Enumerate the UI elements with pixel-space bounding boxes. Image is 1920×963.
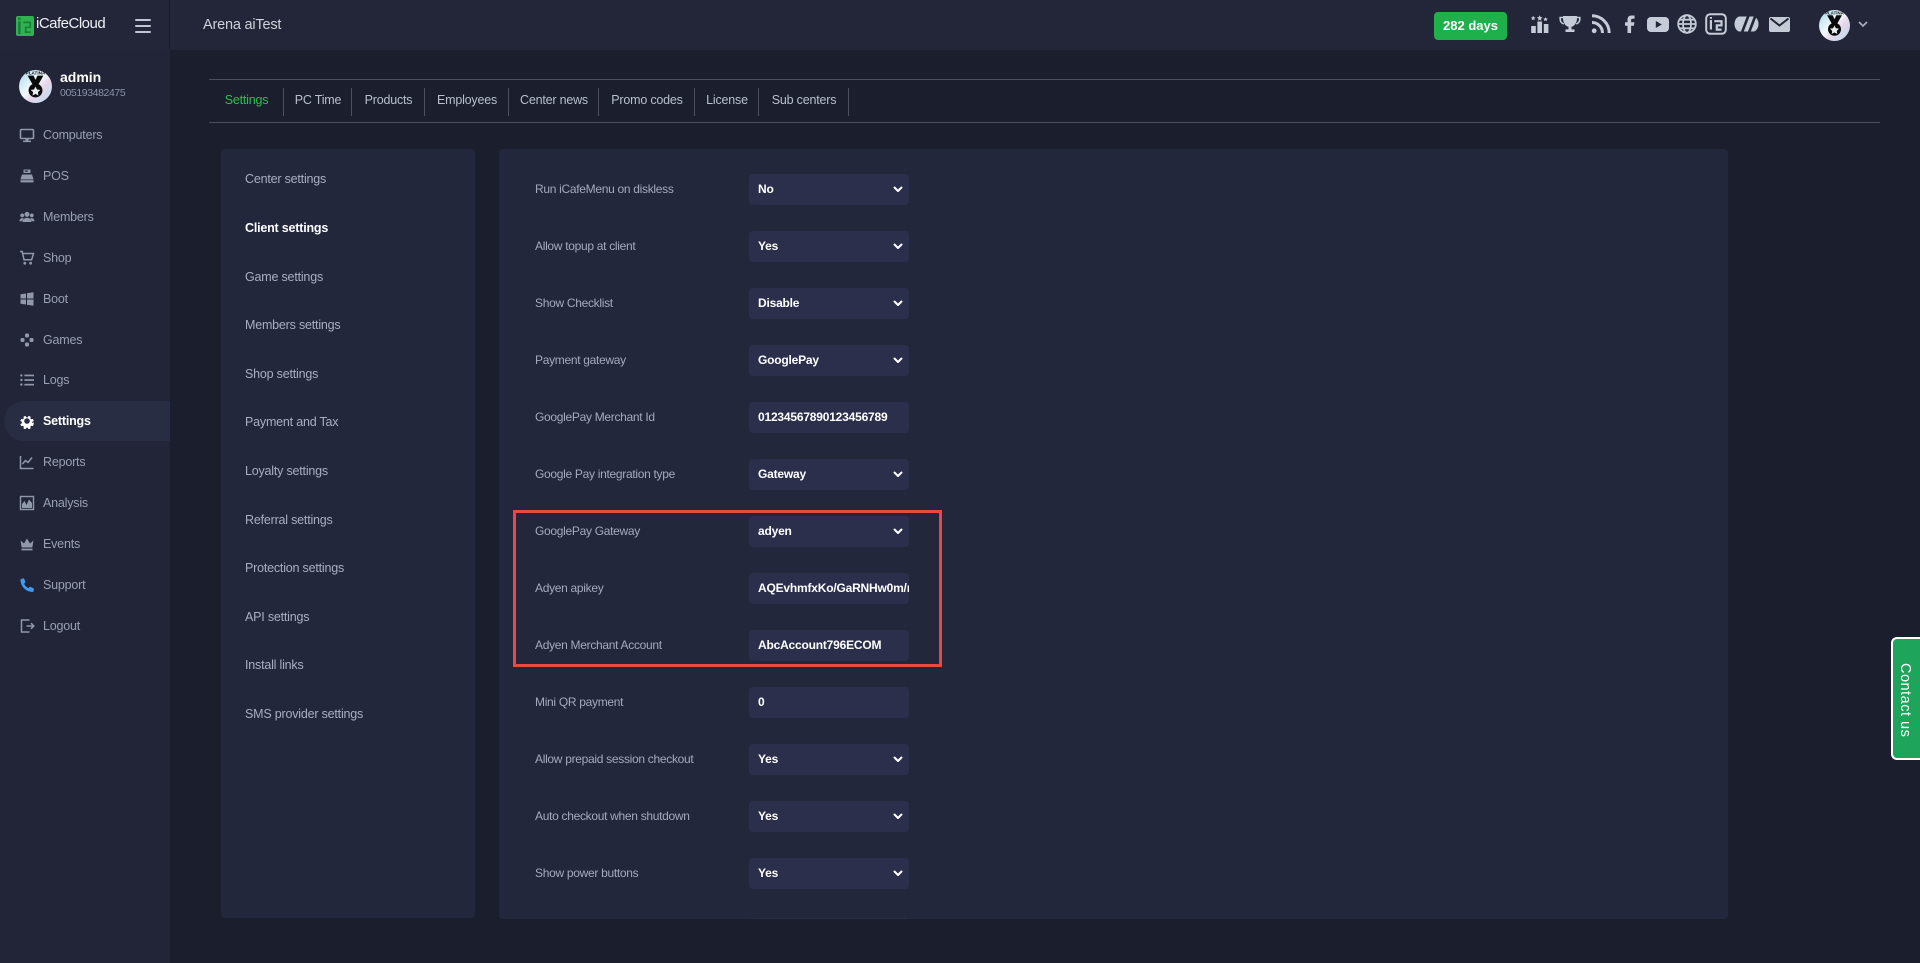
- svg-text:PLATINA: PLATINA: [26, 71, 46, 76]
- svg-text:PLATINA: PLATINA: [1825, 10, 1844, 15]
